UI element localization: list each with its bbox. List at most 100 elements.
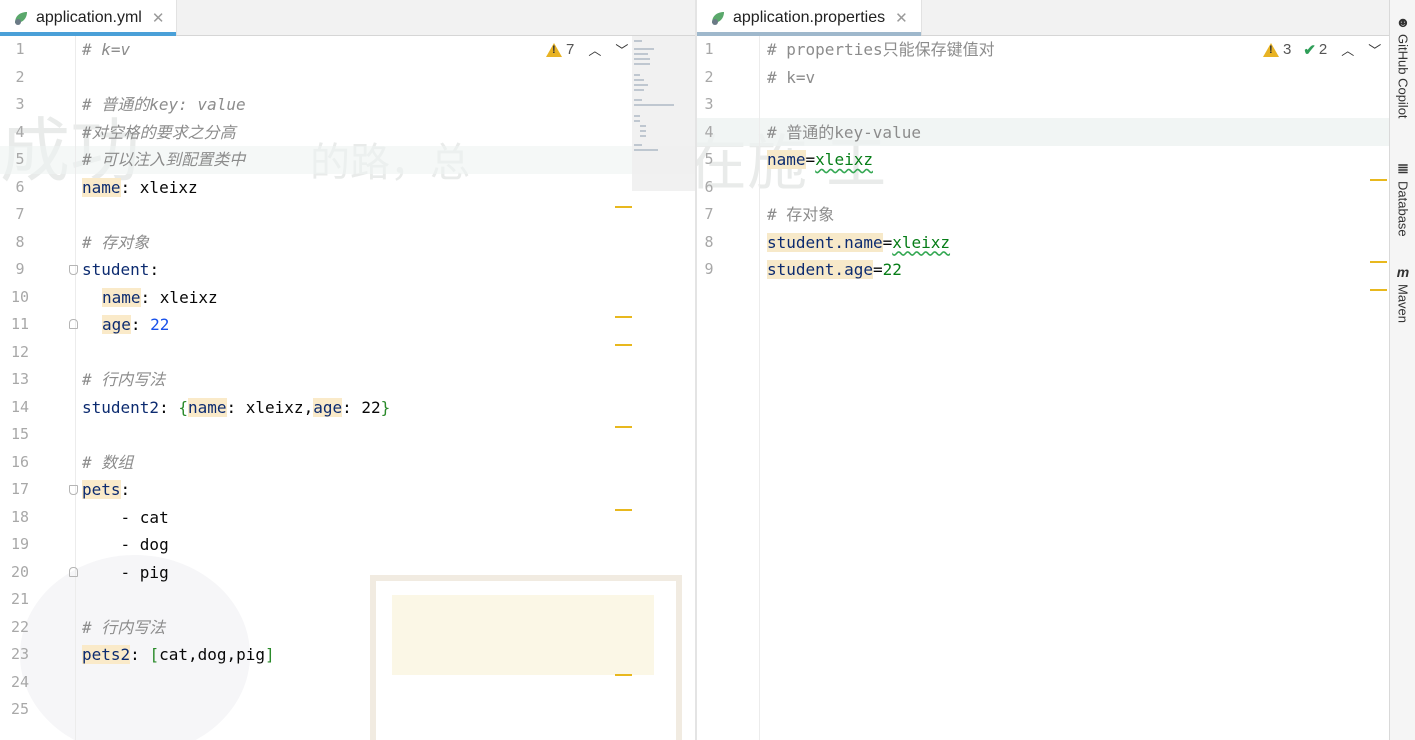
warning-stripe-marker[interactable] xyxy=(1370,261,1387,263)
code-line: # 存对象 xyxy=(82,229,695,257)
line-number: 6 xyxy=(15,177,25,196)
code-line: name=xleixz xyxy=(767,146,1389,174)
code-line: name: xleixz xyxy=(82,174,695,202)
line-number: 2 xyxy=(704,67,714,86)
minimap-line xyxy=(634,74,640,76)
minimap[interactable] xyxy=(632,36,695,191)
line-number: 2 xyxy=(15,67,25,86)
line-number: 4 xyxy=(704,122,714,141)
line-number: 13 xyxy=(10,370,30,388)
line-number: 7 xyxy=(15,205,25,223)
fold-toggle-icon[interactable] xyxy=(69,265,78,275)
code-line: # 数组 xyxy=(82,449,695,477)
code-line: pets: xyxy=(82,476,695,504)
fold-end-icon[interactable] xyxy=(69,319,78,329)
brace: } xyxy=(380,397,391,417)
line-number: 1 xyxy=(15,40,25,58)
line-number: 19 xyxy=(10,535,30,553)
yaml-value: : xyxy=(120,480,131,499)
tool-github-copilot[interactable]: ☻ GitHub Copilot xyxy=(1390,14,1415,119)
code-line: student: xyxy=(82,256,695,284)
comment: # 数组 xyxy=(82,452,134,472)
list-item: - pig xyxy=(82,562,169,582)
minimap-line xyxy=(634,104,674,106)
inspection-widget[interactable]: 3 ✔ 2 ︿ ﹀ xyxy=(1263,40,1381,59)
chevron-down-icon[interactable]: ﹀ xyxy=(1368,40,1381,59)
tab-application-yml[interactable]: application.yml ✕ xyxy=(0,0,177,36)
code-line: student.age=22 xyxy=(767,256,1389,284)
minimap-line xyxy=(634,40,642,42)
yaml-value: cat,dog,pig xyxy=(159,645,266,664)
line-number: 14 xyxy=(10,397,30,416)
line-number: 20 xyxy=(10,562,30,581)
line-number: 18 xyxy=(10,507,30,526)
line-number: 8 xyxy=(15,232,25,251)
bracket: ] xyxy=(265,645,275,664)
comment: # 行内写法 xyxy=(82,617,166,637)
comment: # 存对象 xyxy=(82,232,150,252)
code-line: # 行内写法 xyxy=(82,366,695,394)
minimap-line xyxy=(634,144,642,146)
line-number: 7 xyxy=(704,205,714,223)
line-number: 24 xyxy=(10,672,30,691)
code-line: # k=v xyxy=(767,64,1389,92)
yaml-key: name xyxy=(102,287,141,307)
yaml-key: pets2 xyxy=(82,645,131,664)
code-line: - pig xyxy=(82,559,695,587)
warning-stripe-marker[interactable] xyxy=(1370,179,1387,181)
code-line: student2: {name: xleixz,age: 22} xyxy=(82,394,695,422)
property-key: student.age xyxy=(767,260,873,279)
minimap-line xyxy=(634,53,648,55)
right-tab-bar: application.properties ✕ xyxy=(697,0,1389,36)
warning-stripe-marker[interactable] xyxy=(615,344,632,346)
warning-icon xyxy=(546,42,562,57)
warning-stripe-marker[interactable] xyxy=(615,674,632,676)
yaml-separator: : xyxy=(130,645,150,664)
comment: # 存对象 xyxy=(767,205,835,224)
warning-stripe-marker[interactable] xyxy=(615,206,632,208)
code-line: - dog xyxy=(82,531,695,559)
warning-stripe-marker[interactable] xyxy=(615,426,632,428)
left-editor-pane: application.yml ✕ 成功 的路，总 1 2 3 4 5 6 7 … xyxy=(0,0,695,740)
comment: # 普通的key: value xyxy=(82,95,246,114)
minimap-line xyxy=(634,48,654,50)
chevron-up-icon[interactable]: ︿ xyxy=(588,40,601,59)
minimap-line xyxy=(634,79,644,81)
copilot-icon: ☻ xyxy=(1395,14,1411,30)
close-tab-icon[interactable]: ✕ xyxy=(152,9,165,27)
yaml-key: pets xyxy=(82,480,121,499)
code-line: # 普通的key: value xyxy=(82,91,695,119)
chevron-down-icon[interactable]: ﹀ xyxy=(615,40,628,59)
code-line: - cat xyxy=(82,504,695,532)
weak-warning-check-icon: ✔ xyxy=(1303,41,1316,59)
fold-toggle-icon[interactable] xyxy=(69,485,78,495)
yaml-separator: : xyxy=(130,315,151,334)
code-line: name: xleixz xyxy=(102,284,695,312)
line-number: 3 xyxy=(704,95,714,113)
comment: # 普通的key-value xyxy=(767,122,921,142)
fold-end-icon[interactable] xyxy=(69,567,78,577)
yaml-value: : 22 xyxy=(342,397,381,417)
tab-application-properties[interactable]: application.properties ✕ xyxy=(697,0,922,36)
tool-database[interactable]: ≣ Database xyxy=(1390,160,1415,237)
properties-leaf-icon xyxy=(712,11,724,25)
line-number: 9 xyxy=(704,260,714,278)
equals-sign: = xyxy=(805,150,816,169)
close-tab-icon[interactable]: ✕ xyxy=(895,9,908,27)
gutter-separator xyxy=(75,36,76,740)
line-number: 11 xyxy=(10,315,30,333)
line-number: 17 xyxy=(10,480,30,498)
yaml-key: student2 xyxy=(82,397,160,417)
warning-stripe-marker[interactable] xyxy=(615,316,632,318)
property-value: 22 xyxy=(882,260,902,279)
code-line: # 可以注入到配置类中 xyxy=(82,146,695,174)
warning-stripe-marker[interactable] xyxy=(1370,289,1387,291)
chevron-up-icon[interactable]: ︿ xyxy=(1341,40,1354,59)
line-number: 25 xyxy=(10,700,30,718)
warning-icon xyxy=(1263,42,1279,57)
warning-stripe-marker[interactable] xyxy=(615,509,632,511)
line-number: 15 xyxy=(10,425,30,443)
inspection-widget[interactable]: 7 ︿ ﹀ xyxy=(546,40,628,59)
tool-maven[interactable]: m Maven xyxy=(1390,264,1415,323)
minimap-line xyxy=(634,63,650,65)
